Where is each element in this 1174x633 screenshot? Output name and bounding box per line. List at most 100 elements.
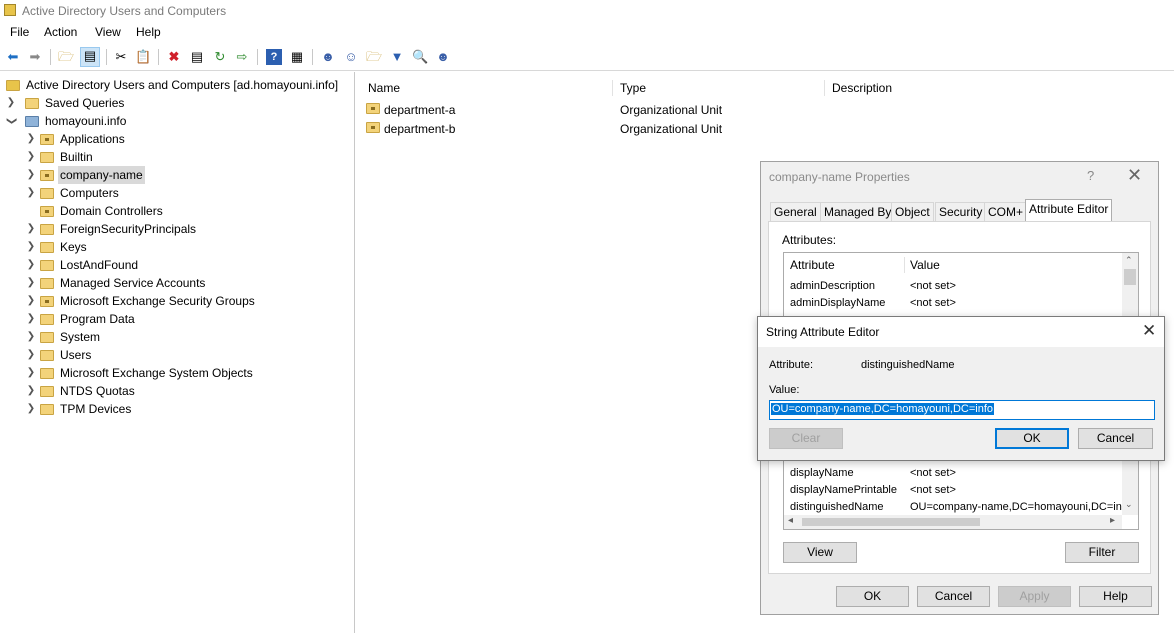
header-attribute[interactable]: Attribute: [790, 258, 835, 272]
show-console-tree-icon[interactable]: ▤: [80, 47, 100, 67]
menu-file[interactable]: File: [10, 25, 29, 39]
aduc-icon: [6, 80, 20, 91]
attr-name[interactable]: displayNamePrintable: [790, 484, 897, 496]
chevron-right-icon[interactable]: ❯: [26, 364, 36, 382]
filter-icon[interactable]: ▼: [389, 49, 405, 65]
chevron-right-icon[interactable]: ❯: [26, 130, 36, 148]
chevron-right-icon[interactable]: ❯: [26, 346, 36, 364]
delete-icon[interactable]: ✖: [166, 49, 182, 65]
column-separator[interactable]: [612, 80, 613, 96]
list-item[interactable]: department-b Organizational Unit: [364, 120, 744, 138]
help-button[interactable]: Help: [1079, 586, 1152, 607]
horizontal-scrollbar[interactable]: ◂ ▸: [784, 515, 1122, 529]
close-icon[interactable]: ✕: [1142, 321, 1156, 341]
ok-button[interactable]: OK: [995, 428, 1069, 449]
up-folder-icon[interactable]: 🗁: [58, 49, 74, 65]
scroll-down-icon[interactable]: ⌄: [1125, 499, 1133, 510]
chevron-right-icon[interactable]: ❯: [26, 220, 36, 238]
menu-action[interactable]: Action: [44, 25, 77, 39]
chevron-right-icon[interactable]: ❯: [26, 310, 36, 328]
cut-icon[interactable]: ✂: [113, 49, 129, 65]
scroll-left-icon[interactable]: ◂: [788, 515, 793, 526]
ok-button[interactable]: OK: [836, 586, 909, 607]
new-group-icon[interactable]: ☺: [343, 49, 359, 65]
list-item[interactable]: department-a Organizational Unit: [364, 101, 744, 119]
tree-item-label: Microsoft Exchange Security Groups: [60, 294, 255, 308]
help-icon[interactable]: ?: [1087, 168, 1094, 183]
copy-icon[interactable]: 📋: [135, 49, 151, 65]
folder-icon: [40, 188, 54, 199]
scroll-right-icon[interactable]: ▸: [1110, 515, 1115, 526]
tree-item-label: Computers: [60, 186, 119, 200]
tab-managed-by[interactable]: Managed By: [820, 202, 896, 221]
show-action-pane-icon[interactable]: ▦: [289, 49, 305, 65]
scrollbar-thumb[interactable]: [802, 518, 980, 526]
cancel-button[interactable]: Cancel: [917, 586, 990, 607]
chevron-right-icon[interactable]: ❯: [26, 256, 36, 274]
folder-icon: [40, 368, 54, 379]
tree-item-label: Managed Service Accounts: [60, 276, 206, 290]
tab-com[interactable]: COM+: [984, 202, 1028, 221]
view-button[interactable]: View: [783, 542, 857, 563]
chevron-right-icon[interactable]: ❯: [26, 148, 36, 166]
clear-button[interactable]: Clear: [769, 428, 843, 449]
cancel-button[interactable]: Cancel: [1078, 428, 1153, 449]
export-list-icon[interactable]: ⇨: [234, 49, 250, 65]
tab-object[interactable]: Object: [891, 202, 934, 221]
chevron-right-icon[interactable]: ❯: [26, 274, 36, 292]
menu-view[interactable]: View: [95, 25, 121, 39]
chevron-right-icon[interactable]: ❯: [26, 238, 36, 256]
dialog-title: company-name Properties: [769, 170, 910, 184]
properties-icon[interactable]: ▤: [189, 49, 205, 65]
chevron-right-icon[interactable]: ❯: [26, 400, 36, 418]
tab-attribute-editor[interactable]: Attribute Editor: [1025, 199, 1113, 222]
window-title: Active Directory Users and Computers: [22, 4, 227, 18]
tree-item-label: Domain Controllers: [60, 204, 163, 218]
chevron-right-icon[interactable]: ❯: [26, 292, 36, 310]
value-input[interactable]: OU=company-name,DC=homayouni,DC=info: [769, 400, 1155, 420]
attr-name[interactable]: adminDescription: [790, 280, 875, 292]
toolbar-separator: [158, 49, 159, 65]
help-icon[interactable]: ?: [266, 49, 282, 65]
tree-item-label: System: [60, 330, 101, 344]
toolbar: ⬅ ➡ 🗁 ▤ ✂ 📋 ✖ ▤ ↻ ⇨ ? ▦ ☻ ☺ 🗁 ▼ 🔍 ☻: [0, 44, 1174, 71]
new-user-icon[interactable]: ☻: [320, 49, 336, 65]
tree-item-label: Applications: [60, 132, 125, 146]
chevron-right-icon[interactable]: ❯: [26, 184, 36, 202]
tree-item-label: ForeignSecurityPrincipals: [60, 222, 197, 236]
column-header-description[interactable]: Description: [832, 81, 892, 95]
tab-general[interactable]: General: [770, 202, 821, 221]
header-value[interactable]: Value: [910, 258, 940, 272]
chevron-right-icon[interactable]: ❯: [6, 94, 16, 112]
chevron-down-icon[interactable]: ❯: [2, 116, 20, 126]
menu-help[interactable]: Help: [136, 25, 161, 39]
attr-value: <not set>: [910, 297, 956, 309]
forward-icon[interactable]: ➡: [27, 49, 43, 65]
attr-name[interactable]: displayName: [790, 467, 854, 479]
chevron-right-icon[interactable]: ❯: [26, 166, 36, 184]
toolbar-separator: [257, 49, 258, 65]
add-to-group-icon[interactable]: ☻: [435, 49, 451, 65]
attr-value: <not set>: [910, 467, 956, 479]
chevron-right-icon[interactable]: ❯: [26, 382, 36, 400]
column-separator[interactable]: [824, 80, 825, 96]
attributes-label: Attributes:: [782, 233, 837, 247]
tab-security[interactable]: Security: [935, 202, 987, 221]
back-icon[interactable]: ⬅: [5, 49, 21, 65]
column-header-name[interactable]: Name: [368, 81, 400, 95]
dialog-title: String Attribute Editor: [766, 325, 880, 339]
column-header-type[interactable]: Type: [620, 81, 646, 95]
find-icon[interactable]: 🔍: [412, 49, 428, 65]
scrollbar-thumb[interactable]: [1124, 269, 1136, 285]
apply-button[interactable]: Apply: [998, 586, 1071, 607]
chevron-right-icon[interactable]: ❯: [26, 328, 36, 346]
scroll-up-icon[interactable]: ⌃: [1125, 255, 1133, 266]
new-ou-icon[interactable]: 🗁: [366, 49, 382, 65]
value-text: OU=company-name,DC=homayouni,DC=info: [771, 403, 995, 415]
close-icon[interactable]: ✕: [1127, 165, 1142, 186]
attr-name[interactable]: adminDisplayName: [790, 297, 885, 309]
attr-name[interactable]: distinguishedName: [790, 501, 884, 513]
folder-icon: [40, 242, 54, 253]
filter-button[interactable]: Filter: [1065, 542, 1139, 563]
refresh-icon[interactable]: ↻: [212, 49, 228, 65]
